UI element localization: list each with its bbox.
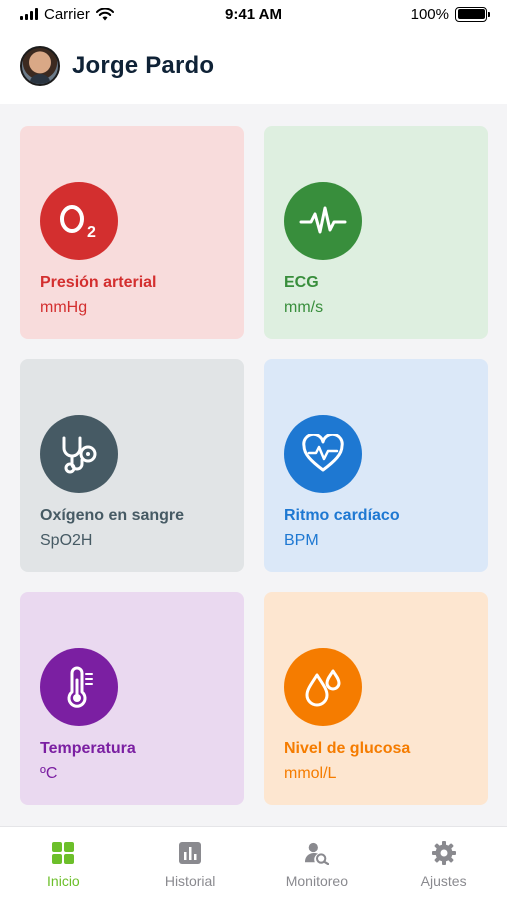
metrics-grid: 2 Presión arterial mmHg ECG mm/s Oxígeno… — [20, 126, 488, 805]
card-title: ECG — [284, 274, 319, 291]
battery-icon — [455, 6, 490, 22]
card-ecg[interactable]: ECG mm/s — [264, 126, 488, 339]
card-unit: mmol/L — [284, 765, 337, 782]
thermometer-icon — [40, 648, 118, 726]
nav-item-historial[interactable]: Historial — [140, 841, 240, 889]
user-name: Jorge Pardo — [72, 52, 215, 79]
card-heart-rate[interactable]: Ritmo cardíaco BPM — [264, 359, 488, 572]
card-title: Oxígeno en sangre — [40, 507, 185, 524]
status-bar: Carrier 9:41 AM 100% — [0, 0, 507, 28]
nav-label: Ajustes — [420, 873, 467, 889]
carrier-label: Carrier — [44, 5, 90, 23]
nav-item-inicio[interactable]: Inicio — [13, 841, 113, 889]
status-right: 100% — [410, 5, 490, 23]
user-search-icon — [304, 841, 329, 865]
heart-rate-icon — [284, 415, 362, 493]
card-title: Temperatura — [40, 740, 136, 757]
card-blood-pressure[interactable]: 2 Presión arterial mmHg — [20, 126, 244, 339]
card-unit: SpO2H — [40, 532, 93, 549]
card-title: Presión arterial — [40, 274, 157, 291]
ecg-icon — [284, 182, 362, 260]
wifi-icon — [95, 7, 114, 20]
card-blood-oxygen[interactable]: Oxígeno en sangre SpO2H — [20, 359, 244, 572]
card-unit: mm/s — [284, 299, 324, 316]
card-title: Ritmo cardíaco — [284, 507, 400, 524]
header: Jorge Pardo — [0, 28, 507, 104]
chart-icon — [178, 841, 202, 865]
signal-icon — [20, 8, 38, 20]
drops-icon — [284, 648, 362, 726]
nav-label: Monitoreo — [285, 873, 348, 889]
nav-label: Inicio — [47, 873, 80, 889]
card-temperature[interactable]: Temperatura ºC — [20, 592, 244, 805]
card-unit: ºC — [40, 765, 58, 782]
card-unit: BPM — [284, 532, 319, 549]
card-title: Nivel de glucosa — [284, 740, 411, 757]
gear-icon — [431, 841, 456, 865]
nav-item-monitoreo[interactable]: Monitoreo — [267, 841, 367, 889]
nav-label: Historial — [164, 873, 216, 889]
status-left: Carrier — [20, 6, 114, 23]
stethoscope-icon — [40, 415, 118, 493]
o2-icon: 2 — [40, 182, 118, 260]
nav-item-ajustes[interactable]: Ajustes — [394, 841, 494, 889]
battery-percent: 100% — [410, 5, 449, 23]
svg-text:2: 2 — [87, 224, 96, 241]
card-unit: mmHg — [40, 299, 88, 316]
avatar[interactable] — [20, 46, 60, 86]
card-glucose[interactable]: Nivel de glucosa mmol/L — [264, 592, 488, 805]
grid-icon — [51, 841, 75, 865]
bottom-nav: Inicio Historial Monitoreo Ajustes — [0, 826, 507, 900]
